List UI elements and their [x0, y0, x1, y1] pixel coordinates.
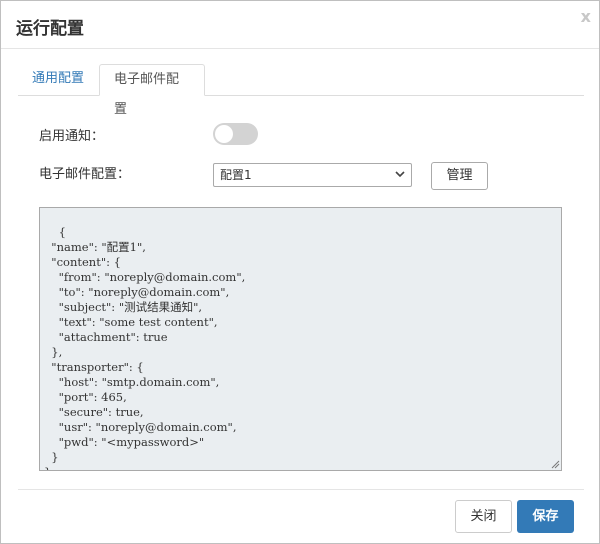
close-icon[interactable]: x — [581, 7, 591, 26]
save-button[interactable]: 保存 — [517, 500, 574, 533]
tab-email-config[interactable]: 电子邮件配置 — [99, 64, 205, 117]
config-json-text: { "name": "配置1", "content": { "from": "n… — [44, 225, 246, 470]
chevron-down-icon — [395, 171, 405, 178]
email-config-selected-value: 配置1 — [220, 168, 252, 182]
run-config-dialog: 运行配置 x 通用配置 电子邮件配置 启用通知： 电子邮件配置： 配置1 管理 … — [0, 0, 600, 544]
footer-divider — [18, 489, 584, 490]
tab-general-config[interactable]: 通用配置 — [18, 64, 99, 94]
enable-notification-label: 启用通知： — [39, 129, 105, 144]
tab-bar: 通用配置 电子邮件配置 — [18, 64, 584, 117]
email-config-select[interactable]: 配置1 — [213, 163, 412, 187]
close-button[interactable]: 关闭 — [455, 500, 512, 533]
dialog-header: 运行配置 x — [1, 1, 599, 49]
toggle-knob — [215, 125, 233, 143]
email-config-label: 电子邮件配置： — [39, 167, 131, 182]
enable-notification-toggle[interactable] — [213, 123, 258, 145]
config-json-textarea[interactable]: { "name": "配置1", "content": { "from": "n… — [39, 207, 562, 471]
resize-handle-icon[interactable] — [551, 460, 560, 469]
manage-button[interactable]: 管理 — [431, 162, 488, 190]
dialog-title: 运行配置 — [16, 19, 84, 39]
